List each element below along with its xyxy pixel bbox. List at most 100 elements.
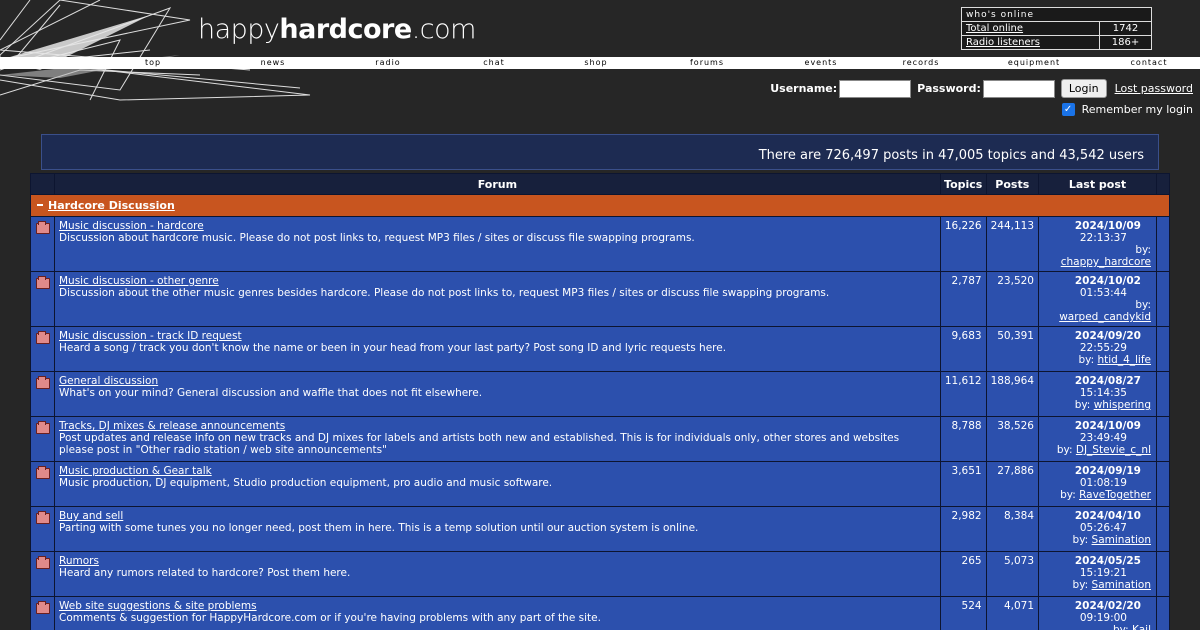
forum-desc-cell: Tracks, DJ mixes & release announcements…	[54, 416, 941, 462]
folder-icon	[35, 556, 50, 569]
forum-icon-cell	[30, 506, 55, 552]
row-spacer	[1156, 506, 1170, 552]
forum-title-link[interactable]: Music discussion - other genre	[59, 275, 219, 287]
last-post-by: by:	[1078, 354, 1098, 366]
last-post-by: by:	[1056, 444, 1076, 456]
nav-shop[interactable]: shop	[584, 57, 607, 69]
forum-title-link[interactable]: Rumors	[59, 555, 99, 567]
forum-posts: 27,886	[985, 461, 1040, 507]
forum-desc-cell: Rumors Heard any rumors related to hardco…	[54, 551, 941, 597]
forum-posts: 8,384	[985, 506, 1040, 552]
forum-title-link[interactable]: Music discussion - hardcore	[59, 220, 204, 232]
last-post-by: by:	[1074, 399, 1094, 411]
last-post-user[interactable]: DJ_Stevie_c_nl	[1076, 444, 1151, 456]
forum-topics: 3,651	[939, 461, 987, 507]
forum-description: Comments & suggestion for HappyHardcore.…	[59, 612, 601, 624]
whos-online-box: who's online Total online 1742 Radio lis…	[961, 7, 1152, 50]
forum-table: Forum Topics Posts Last post Hardcore Di…	[30, 173, 1170, 630]
forum-title-link[interactable]: Music discussion - track ID request	[59, 330, 242, 342]
forum-title-link[interactable]: Tracks, DJ mixes & release announcements	[59, 420, 285, 432]
forum-icon-cell	[30, 326, 55, 372]
lost-password-link[interactable]: Lost password	[1115, 82, 1193, 95]
login-button[interactable]: Login	[1060, 79, 1107, 98]
row-spacer	[1156, 596, 1170, 630]
row-spacer	[1156, 461, 1170, 507]
forum-description: Parting with some tunes you no longer ne…	[59, 522, 699, 534]
forum-desc-cell: Music discussion - other genre Discussion…	[54, 271, 941, 327]
site-logo[interactable]: happyhardcore.com	[198, 14, 476, 45]
forum-title-link[interactable]: Buy and sell	[59, 510, 123, 522]
forum-last-post: 2024/08/27 15:14:35 by: whispering	[1038, 371, 1157, 417]
row-spacer	[1156, 271, 1170, 327]
forum-description: Discussion about hardcore music. Please …	[59, 232, 695, 244]
last-post-user[interactable]: chappy_hardcore	[1061, 256, 1151, 268]
forum-title-link[interactable]: Music production & Gear talk	[59, 465, 212, 477]
forum-desc-cell: Buy and sell Parting with some tunes you …	[54, 506, 941, 552]
total-online-label[interactable]: Total online	[961, 21, 1100, 36]
remember-login[interactable]: ✓ Remember my login	[1061, 103, 1193, 116]
category-link[interactable]: Hardcore Discussion	[48, 199, 175, 212]
folder-icon	[35, 421, 50, 434]
remember-checkbox[interactable]: ✓	[1061, 103, 1075, 116]
last-post-date: 2024/02/20	[1074, 600, 1141, 612]
last-post-date: 2024/10/09	[1074, 420, 1141, 432]
forum-row: Tracks, DJ mixes & release announcements…	[30, 416, 1170, 462]
forum-posts: 5,073	[985, 551, 1040, 597]
username-input[interactable]	[839, 79, 912, 98]
forum-last-post: 2024/10/09 23:49:49 by: DJ_Stevie_c_nl	[1038, 416, 1157, 462]
last-post-date: 2024/09/20	[1074, 330, 1141, 342]
brand-suffix: .com	[411, 14, 477, 45]
folder-icon	[35, 376, 50, 389]
forum-last-post: 2024/04/10 05:26:47 by: Samination	[1038, 506, 1157, 552]
last-post-user[interactable]: Kail	[1132, 624, 1151, 630]
forum-title-link[interactable]: Web site suggestions & site problems	[59, 600, 257, 612]
nav-contact[interactable]: contact	[1131, 57, 1168, 69]
forum-title-link[interactable]: General discussion	[59, 375, 158, 387]
forum-description: Heard a song / track you don't know the …	[59, 342, 727, 354]
forum-last-post: 2024/10/09 22:13:37 by: chappy_hardcore	[1038, 216, 1157, 272]
radio-listeners-label[interactable]: Radio listeners	[961, 35, 1100, 50]
forum-posts: 23,520	[985, 271, 1040, 327]
nav-top[interactable]: top	[145, 57, 161, 69]
last-post-user[interactable]: warped_candykid	[1059, 311, 1151, 323]
category-row: Hardcore Discussion	[30, 194, 1170, 217]
nav-news[interactable]: news	[261, 57, 286, 69]
forum-row: Music discussion - track ID request Heard…	[30, 326, 1170, 372]
forum-description: Post updates and release info on new tra…	[59, 432, 900, 456]
forum-posts: 38,526	[985, 416, 1040, 462]
forum-stats: There are 726,497 posts in 47,005 topics…	[41, 134, 1159, 170]
forum-desc-cell: Music discussion - track ID request Heard…	[54, 326, 941, 372]
row-spacer	[1156, 326, 1170, 372]
folder-icon	[35, 221, 50, 234]
nav-forums[interactable]: forums	[690, 57, 724, 69]
forum-description: Music production, DJ equipment, Studio p…	[59, 477, 553, 489]
row-spacer	[1156, 371, 1170, 417]
nav-radio[interactable]: radio	[375, 57, 400, 69]
nav-equipment[interactable]: equipment	[1008, 57, 1060, 69]
last-post-user[interactable]: Samination	[1092, 579, 1151, 591]
last-post-by: by:	[1072, 534, 1092, 546]
last-post-user[interactable]: Samination	[1092, 534, 1151, 546]
header-forum: Forum	[54, 173, 941, 195]
password-input[interactable]	[982, 79, 1055, 98]
last-post-user[interactable]: whispering	[1094, 399, 1151, 411]
nav-records[interactable]: records	[903, 57, 940, 69]
collapse-icon[interactable]	[37, 203, 43, 206]
forum-posts: 188,964	[985, 371, 1040, 417]
remember-label: Remember my login	[1081, 103, 1193, 116]
last-post-by: by:	[1135, 244, 1151, 256]
folder-icon	[35, 466, 50, 479]
last-post-time: 09:19:00	[1079, 612, 1127, 624]
forum-row: Buy and sell Parting with some tunes you …	[30, 506, 1170, 552]
last-post-time: 23:49:49	[1079, 432, 1127, 444]
brand-light: happy	[198, 14, 280, 45]
last-post-time: 15:14:35	[1079, 387, 1127, 399]
forum-icon-cell	[30, 271, 55, 327]
nav-events[interactable]: events	[805, 57, 838, 69]
username-label: Username:	[770, 82, 838, 95]
header-last-post: Last post	[1038, 173, 1157, 195]
last-post-user[interactable]: RaveTogether	[1079, 489, 1151, 501]
nav-chat[interactable]: chat	[483, 57, 505, 69]
folder-icon	[35, 276, 50, 289]
last-post-user[interactable]: htid_4_life	[1097, 354, 1151, 366]
